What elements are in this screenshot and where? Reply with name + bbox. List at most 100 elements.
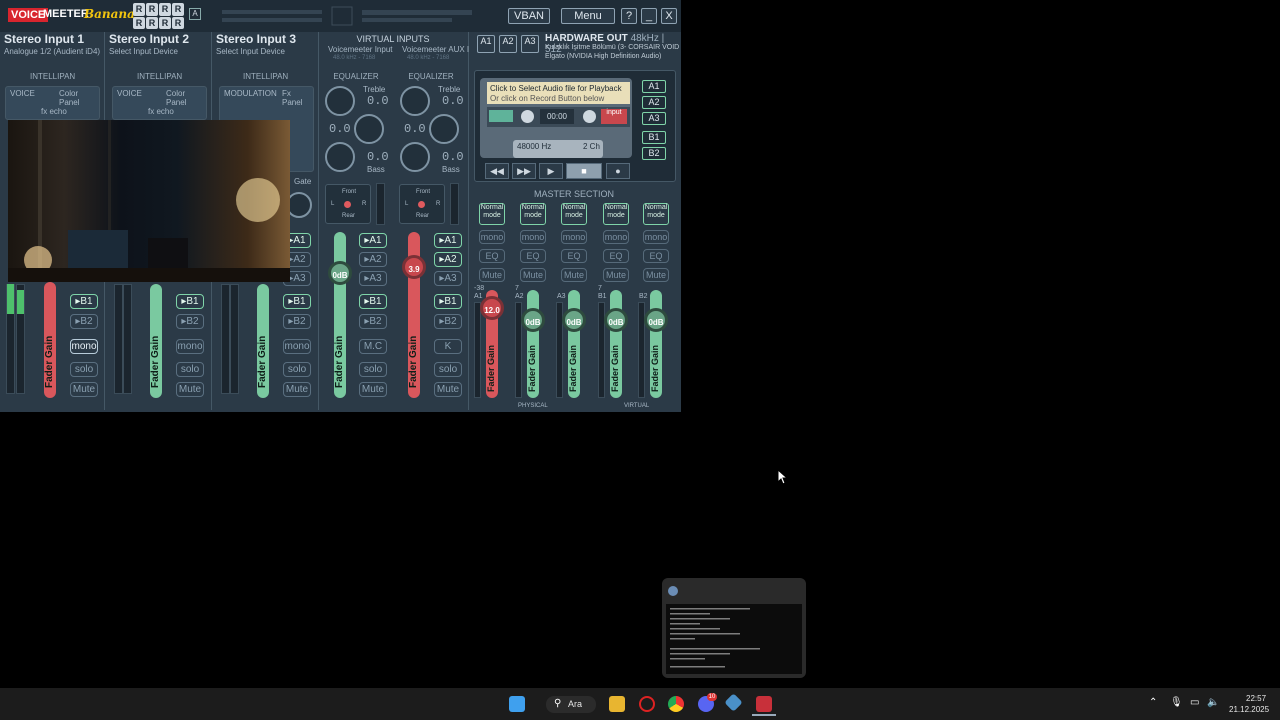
input2-title[interactable]: Stereo Input 2 bbox=[109, 32, 189, 46]
pan-pad-1[interactable]: Front L R Rear bbox=[325, 184, 371, 224]
fast-forward-button[interactable]: ▶▶ bbox=[512, 163, 536, 179]
virtual2-a1-button[interactable]: ▸A1 bbox=[434, 233, 462, 248]
help-button[interactable]: ? bbox=[621, 8, 637, 24]
tape-b2-button[interactable]: B2 bbox=[642, 147, 666, 160]
fader-cap-virtual2[interactable]: 3.9 bbox=[402, 255, 426, 279]
input3-device[interactable]: Select Input Device bbox=[216, 47, 285, 56]
input1-mute-button[interactable]: Mute bbox=[70, 382, 98, 397]
opera-icon[interactable] bbox=[639, 696, 655, 712]
master-fader-cap[interactable]: 0dB bbox=[604, 308, 628, 332]
master-mute-button[interactable]: Mute bbox=[643, 268, 669, 282]
chevron-up-icon[interactable]: ⌃ bbox=[1149, 697, 1157, 708]
tape-a1-button[interactable]: A1 bbox=[642, 80, 666, 93]
play-button[interactable]: ▶ bbox=[539, 163, 563, 179]
eq-knob[interactable] bbox=[354, 114, 384, 144]
master-eq-button[interactable]: EQ bbox=[603, 249, 629, 263]
input3-b1-button[interactable]: ▸B1 bbox=[283, 294, 311, 309]
input2-mute-button[interactable]: Mute bbox=[176, 382, 204, 397]
input-badge[interactable]: input bbox=[601, 109, 627, 124]
master-mode-button[interactable]: Normal mode bbox=[520, 203, 546, 225]
master-mute-button[interactable]: Mute bbox=[520, 268, 546, 282]
voicemeeter-taskbar-icon[interactable] bbox=[756, 696, 772, 712]
chrome-icon[interactable] bbox=[668, 696, 684, 712]
eq-knob[interactable] bbox=[325, 86, 355, 116]
master-mono-button[interactable]: mono bbox=[520, 230, 546, 244]
color-panel-button[interactable]: Color Panel bbox=[59, 89, 99, 107]
virtual-ch2-name[interactable]: Voicemeeter AUX I bbox=[402, 45, 469, 54]
master-mode-button[interactable]: Normal mode bbox=[603, 203, 629, 225]
master-mono-button[interactable]: mono bbox=[479, 230, 505, 244]
eq-knob[interactable] bbox=[325, 142, 355, 172]
master-fader-cap[interactable]: 12.0 bbox=[480, 296, 504, 320]
input1-device[interactable]: Analogue 1/2 (Audient iD4) bbox=[4, 47, 100, 56]
eq-knob[interactable] bbox=[400, 86, 430, 116]
master-mute-button[interactable]: Mute bbox=[603, 268, 629, 282]
intellipan-panel-2[interactable]: VOICE Color Panel fx echo bbox=[112, 86, 207, 120]
volume-icon[interactable]: 🔈 bbox=[1207, 697, 1219, 708]
master-mute-button[interactable]: Mute bbox=[479, 268, 505, 282]
input1-b1-button[interactable]: ▸B1 bbox=[70, 294, 98, 309]
virtual1-b1-button[interactable]: ▸B1 bbox=[359, 294, 387, 309]
virtual-ch1-name[interactable]: Voicemeeter Input bbox=[328, 45, 392, 54]
tape-b1-button[interactable]: B1 bbox=[642, 131, 666, 144]
menu-button[interactable]: Menu bbox=[561, 8, 615, 24]
taskbar-preview[interactable] bbox=[662, 578, 806, 678]
microphone-icon[interactable]: 🎙 bbox=[1170, 697, 1183, 708]
virtual2-solo-button[interactable]: solo bbox=[434, 362, 462, 377]
master-fader-cap[interactable]: 0dB bbox=[644, 308, 668, 332]
stop-button[interactable]: ■ bbox=[566, 163, 602, 179]
input3-mono-button[interactable]: mono bbox=[283, 339, 311, 354]
virtual1-b2-button[interactable]: ▸B2 bbox=[359, 314, 387, 329]
hw-a2-button[interactable]: A2 bbox=[499, 35, 517, 53]
file-explorer-icon[interactable] bbox=[609, 696, 625, 712]
fx-panel-button[interactable]: Fx Panel bbox=[282, 89, 313, 107]
virtual1-solo-button[interactable]: solo bbox=[359, 362, 387, 377]
master-mono-button[interactable]: mono bbox=[561, 230, 587, 244]
virtual2-b1-button[interactable]: ▸B1 bbox=[434, 294, 462, 309]
hardware-device-2[interactable]: Elgato (NVIDIA High Definition Audio) bbox=[545, 53, 661, 60]
close-button[interactable]: X bbox=[661, 8, 677, 24]
clock-time[interactable]: 22:57 bbox=[1246, 694, 1266, 703]
input3-title[interactable]: Stereo Input 3 bbox=[216, 32, 296, 46]
virtual1-a1-button[interactable]: ▸A1 bbox=[359, 233, 387, 248]
virtual2-a2-button[interactable]: ▸A2 bbox=[434, 252, 462, 267]
minimize-button[interactable]: _ bbox=[641, 8, 657, 24]
virtual1-mc-button[interactable]: M.C bbox=[359, 339, 387, 354]
input2-device[interactable]: Select Input Device bbox=[109, 47, 178, 56]
network-icon[interactable]: ▭ bbox=[1190, 697, 1199, 708]
vban-button[interactable]: VBAN bbox=[508, 8, 550, 24]
virtual2-mute-button[interactable]: Mute bbox=[434, 382, 462, 397]
pan-dot[interactable] bbox=[418, 201, 425, 208]
master-mode-button[interactable]: Normal mode bbox=[479, 203, 505, 225]
virtual2-k-button[interactable]: K bbox=[434, 339, 462, 354]
tape-a3-button[interactable]: A3 bbox=[642, 112, 666, 125]
search-box[interactable]: ⚲ Ara bbox=[546, 696, 596, 713]
master-mono-button[interactable]: mono bbox=[643, 230, 669, 244]
hw-a3-button[interactable]: A3 bbox=[521, 35, 539, 53]
input3-b2-button[interactable]: ▸B2 bbox=[283, 314, 311, 329]
clock-date[interactable]: 21.12.2025 bbox=[1229, 705, 1269, 714]
input1-title[interactable]: Stereo Input 1 bbox=[4, 32, 84, 46]
virtual2-b2-button[interactable]: ▸B2 bbox=[434, 314, 462, 329]
hardware-device-1[interactable]: Kulaklık İşitme Bölümü (3- CORSAIR VOID bbox=[545, 44, 679, 51]
eq-knob[interactable] bbox=[429, 114, 459, 144]
master-mode-button[interactable]: Normal mode bbox=[561, 203, 587, 225]
eq-knob[interactable] bbox=[400, 142, 430, 172]
start-button-icon[interactable] bbox=[509, 696, 525, 712]
virtual2-a3-button[interactable]: ▸A3 bbox=[434, 271, 462, 286]
master-fader-cap[interactable]: 0dB bbox=[521, 308, 545, 332]
master-eq-button[interactable]: EQ bbox=[561, 249, 587, 263]
master-mode-button[interactable]: Normal mode bbox=[643, 203, 669, 225]
master-eq-button[interactable]: EQ bbox=[520, 249, 546, 263]
record-button[interactable]: ● bbox=[606, 163, 630, 179]
input1-b2-button[interactable]: ▸B2 bbox=[70, 314, 98, 329]
master-mono-button[interactable]: mono bbox=[603, 230, 629, 244]
master-mute-button[interactable]: Mute bbox=[561, 268, 587, 282]
color-panel-button[interactable]: Color Panel bbox=[166, 89, 206, 107]
pan-pad-2[interactable]: Front L R Rear bbox=[399, 184, 445, 224]
master-eq-button[interactable]: EQ bbox=[643, 249, 669, 263]
virtual1-mute-button[interactable]: Mute bbox=[359, 382, 387, 397]
input3-mute-button[interactable]: Mute bbox=[283, 382, 311, 397]
fader-cap-virtual1[interactable]: 0dB bbox=[328, 261, 352, 285]
hw-a1-button[interactable]: A1 bbox=[477, 35, 495, 53]
